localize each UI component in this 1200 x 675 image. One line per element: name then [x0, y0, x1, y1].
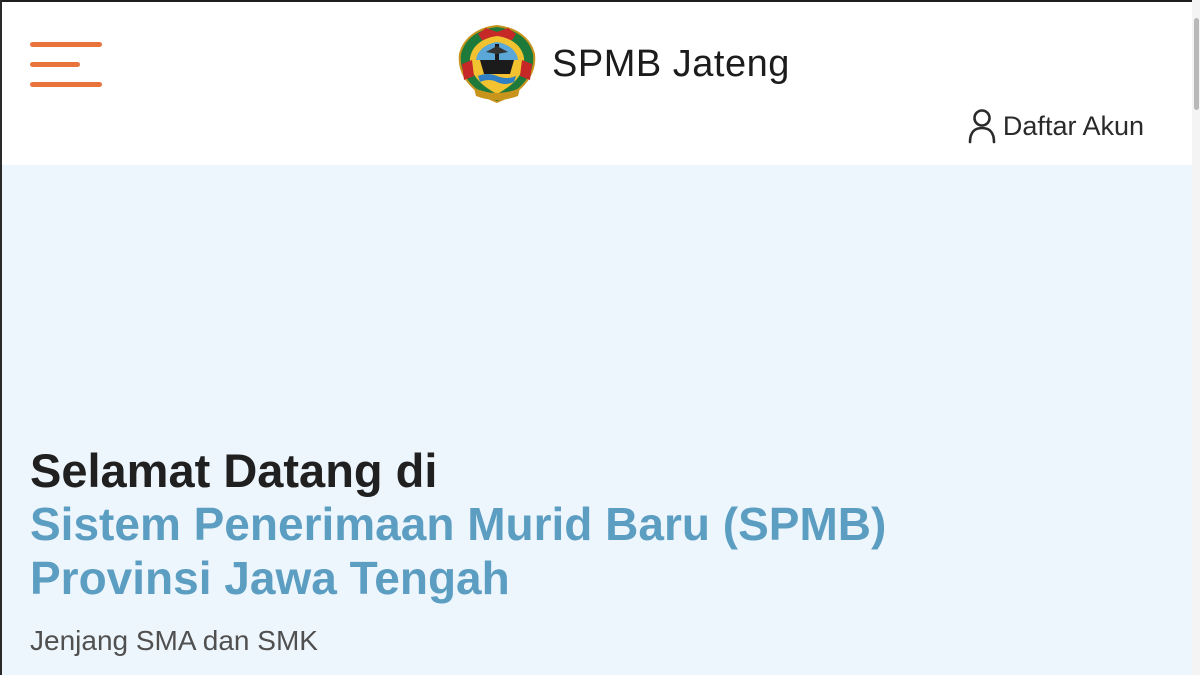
brand-title: SPMB Jateng: [552, 42, 790, 85]
window-left-border: [0, 0, 2, 675]
brand[interactable]: SPMB Jateng: [456, 24, 790, 104]
hero-title-line-1: Sistem Penerimaan Murid Baru (SPMB): [30, 498, 887, 550]
window-top-border: [0, 0, 1200, 2]
register-account-link[interactable]: Daftar Akun: [967, 108, 1144, 144]
user-icon: [968, 109, 996, 144]
scrollbar-thumb[interactable]: [1194, 18, 1199, 110]
page-frame: SPMB Jateng Daftar Akun Selamat Datang d…: [0, 0, 1200, 675]
hero-greeting: Selamat Datang di: [30, 444, 438, 497]
vertical-scrollbar[interactable]: [1192, 0, 1200, 675]
hamburger-menu-icon[interactable]: [30, 42, 102, 90]
hero-title-line-2: Provinsi Jawa Tengah: [30, 552, 510, 604]
hero-section: Selamat Datang di Sistem Penerimaan Muri…: [2, 165, 1192, 675]
central-java-crest-icon: [458, 24, 536, 104]
register-account-label: Daftar Akun: [1002, 110, 1144, 141]
hero-title: Sistem Penerimaan Murid Baru (SPMB) Prov…: [30, 497, 886, 605]
top-navbar: SPMB Jateng Daftar Akun: [2, 2, 1192, 165]
hero-subtitle: Jenjang SMA dan SMK: [30, 625, 318, 656]
